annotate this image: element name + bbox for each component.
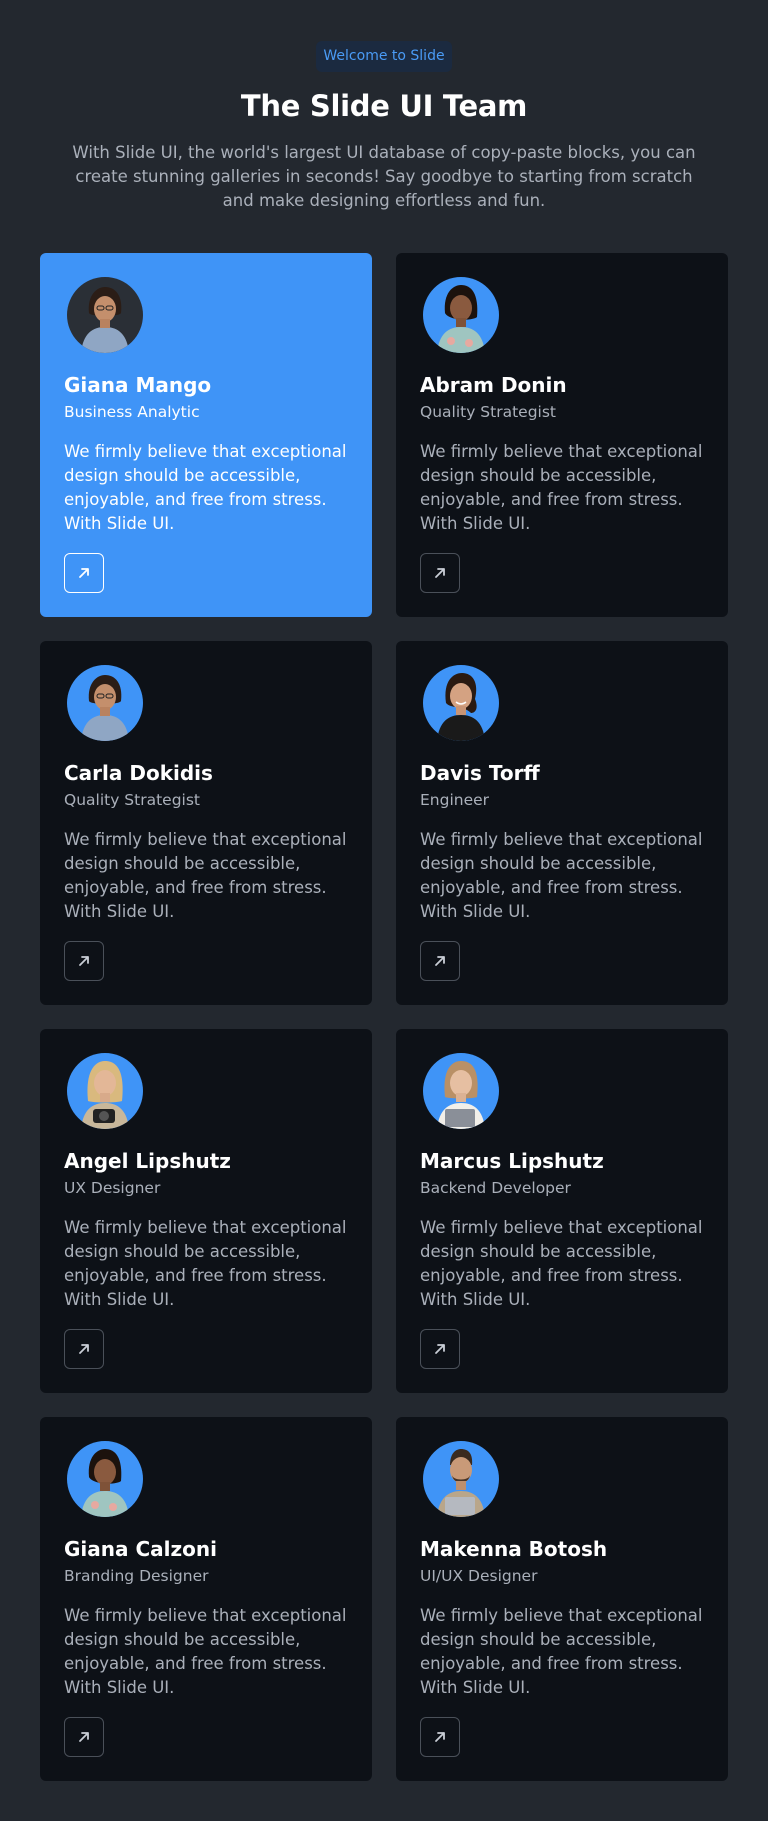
avatar xyxy=(423,1053,499,1129)
team-card[interactable]: Carla Dokidis Quality Strategist We firm… xyxy=(40,641,372,1005)
team-card[interactable]: Angel Lipshutz UX Designer We firmly bel… xyxy=(40,1029,372,1393)
member-description: We firmly believe that exceptional desig… xyxy=(420,442,703,533)
avatar xyxy=(423,665,499,741)
member-name: Makenna Botosh xyxy=(420,1537,608,1561)
welcome-badge: Welcome to Slide xyxy=(316,41,452,72)
member-role: Engineer xyxy=(420,791,490,809)
page-title: The Slide UI Team xyxy=(240,89,528,123)
member-description: We firmly believe that exceptional desig… xyxy=(420,1218,703,1309)
arrow-up-right-icon xyxy=(435,1732,445,1742)
profile-link-button[interactable] xyxy=(420,941,460,981)
member-name: Abram Donin xyxy=(420,373,567,397)
team-card[interactable]: Makenna Botosh UI/UX Designer We firmly … xyxy=(396,1417,728,1781)
arrow-up-right-icon xyxy=(79,956,89,966)
team-page: Welcome to Slide The Slide UI Team With … xyxy=(0,0,768,1821)
avatar xyxy=(423,1441,499,1517)
profile-link-button[interactable] xyxy=(64,1717,104,1757)
member-role: Backend Developer xyxy=(420,1179,571,1197)
member-description: We firmly believe that exceptional desig… xyxy=(420,1606,703,1697)
profile-link-button[interactable] xyxy=(420,1329,460,1369)
arrow-up-right-icon xyxy=(79,1732,89,1742)
member-description: We firmly believe that exceptional desig… xyxy=(64,442,347,533)
arrow-up-right-icon xyxy=(435,1344,445,1354)
member-name: Angel Lipshutz xyxy=(64,1149,231,1173)
avatar xyxy=(423,277,499,353)
avatar xyxy=(67,1441,143,1517)
profile-link-button[interactable] xyxy=(420,1717,460,1757)
member-role: UI/UX Designer xyxy=(420,1567,538,1585)
team-card[interactable]: Davis Torff Engineer We firmly believe t… xyxy=(396,641,728,1005)
member-description: We firmly believe that exceptional desig… xyxy=(64,830,347,921)
member-role: Branding Designer xyxy=(64,1567,209,1585)
profile-link-button[interactable] xyxy=(64,553,104,593)
member-role: UX Designer xyxy=(64,1179,161,1197)
profile-link-button[interactable] xyxy=(64,941,104,981)
member-description: We firmly believe that exceptional desig… xyxy=(64,1218,347,1309)
arrow-up-right-icon xyxy=(79,1344,89,1354)
member-name: Carla Dokidis xyxy=(64,761,213,785)
member-name: Davis Torff xyxy=(420,761,540,785)
team-card[interactable]: Giana Calzoni Branding Designer We firml… xyxy=(40,1417,372,1781)
team-card[interactable]: Giana Mango Business Analytic We firmly … xyxy=(40,253,372,617)
page-subtitle: With Slide UI, the world's largest UI da… xyxy=(72,143,696,210)
member-name: Giana Mango xyxy=(64,373,212,397)
team-card[interactable]: Abram Donin Quality Strategist We firmly… xyxy=(396,253,728,617)
avatar xyxy=(67,1053,143,1129)
member-description: We firmly believe that exceptional desig… xyxy=(420,830,703,921)
profile-link-button[interactable] xyxy=(420,553,460,593)
member-name: Marcus Lipshutz xyxy=(420,1149,604,1173)
member-description: We firmly believe that exceptional desig… xyxy=(64,1606,347,1697)
member-role: Quality Strategist xyxy=(420,403,557,421)
member-name: Giana Calzoni xyxy=(64,1537,217,1561)
arrow-up-right-icon xyxy=(435,568,445,578)
avatar xyxy=(67,665,143,741)
arrow-up-right-icon xyxy=(79,568,89,578)
arrow-up-right-icon xyxy=(435,956,445,966)
member-role: Quality Strategist xyxy=(64,791,201,809)
profile-link-button[interactable] xyxy=(64,1329,104,1369)
avatar xyxy=(67,277,143,353)
member-role: Business Analytic xyxy=(64,403,200,421)
team-card[interactable]: Marcus Lipshutz Backend Developer We fir… xyxy=(396,1029,728,1393)
